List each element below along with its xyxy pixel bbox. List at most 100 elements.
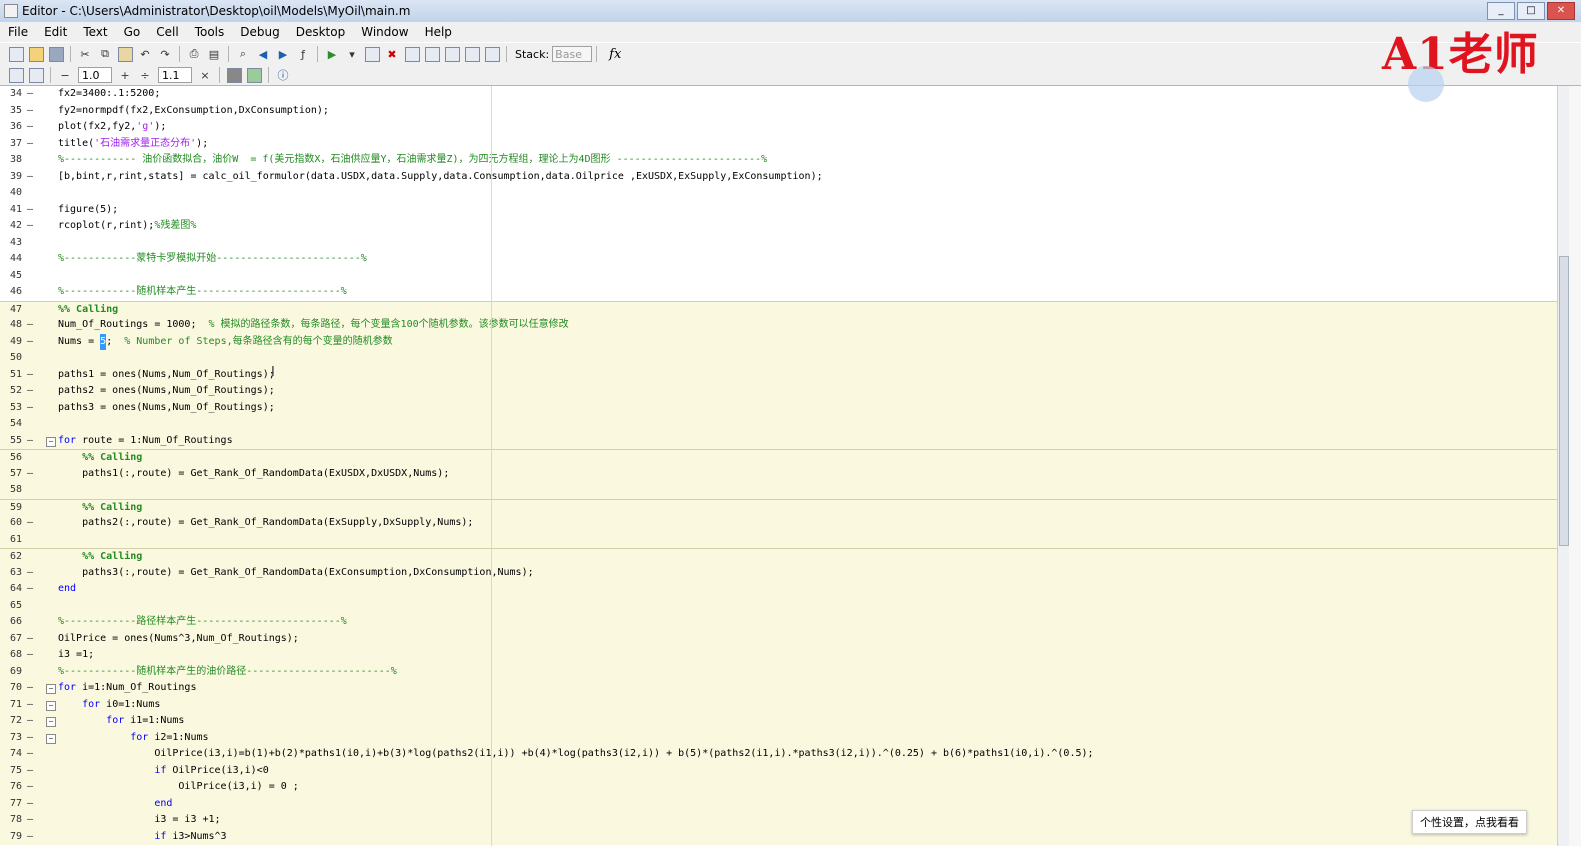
code-line[interactable]: 71– − for i0=1:Nums	[0, 696, 1557, 714]
code-text[interactable]: for i1=1:Nums	[58, 713, 184, 730]
open-folder-icon[interactable]	[28, 46, 44, 62]
code-line[interactable]: 68– i3 =1;	[0, 647, 1557, 664]
code-line[interactable]: 69 %------------随机样本产生的油价路径--------------…	[0, 663, 1557, 681]
breakpoint-marker[interactable]: –	[27, 169, 33, 186]
run-dropdown-icon[interactable]: ▾	[344, 46, 360, 62]
cell-grid-icon[interactable]	[246, 67, 262, 83]
clear-breakpoints-icon[interactable]: ✖	[384, 46, 400, 62]
step-icon[interactable]	[404, 46, 420, 62]
code-line[interactable]: 64– end	[0, 581, 1557, 598]
code-text[interactable]: end	[58, 581, 76, 598]
breakpoint-marker[interactable]: –	[27, 103, 33, 120]
code-text[interactable]: paths3 = ones(Nums,Num_Of_Routings);	[58, 400, 275, 417]
code-line[interactable]: 34– fx2=3400:.1:5200;	[0, 86, 1557, 103]
code-line[interactable]: 47 %% Calling	[0, 300, 1557, 319]
breakpoint-marker[interactable]: –	[27, 581, 33, 598]
code-line[interactable]: 35– fy2=normpdf(fx2,ExConsumption,DxConsu…	[0, 103, 1557, 120]
code-line[interactable]: 58	[0, 482, 1557, 499]
function-browser-icon[interactable]: ƒ	[295, 46, 311, 62]
forward-arrow-icon[interactable]: ▶	[275, 46, 291, 62]
code-text[interactable]: %------------随机样本产生---------------------…	[58, 284, 347, 301]
code-text[interactable]: OilPrice(i3,i)=b(1)+b(2)*paths1(i0,i)+b(…	[58, 746, 1093, 763]
code-line[interactable]: 37– title('石油需求量正态分布');	[0, 136, 1557, 153]
code-line[interactable]: 76– OilPrice(i3,i) = 0 ;	[0, 779, 1557, 796]
print-icon[interactable]: ⎙	[186, 46, 202, 62]
code-text[interactable]: paths2 = ones(Nums,Num_Of_Routings);	[58, 383, 275, 400]
divide-value-field[interactable]: 1.1	[158, 67, 192, 83]
fold-toggle-icon[interactable]: −	[46, 717, 56, 727]
code-text[interactable]: %------------路径样本产生---------------------…	[58, 614, 347, 631]
menu-go[interactable]: Go	[116, 25, 149, 39]
menu-tools[interactable]: Tools	[187, 25, 233, 39]
function-hint-icon[interactable]: fx	[609, 47, 621, 62]
code-text[interactable]: OilPrice(i3,i) = 0 ;	[58, 779, 298, 796]
breakpoint-marker[interactable]: –	[27, 466, 33, 483]
code-text[interactable]: %------------随机样本产生的油价路径----------------…	[58, 664, 397, 681]
undo-icon[interactable]: ↶	[137, 46, 153, 62]
help-info-icon[interactable]: ⓘ	[275, 67, 291, 83]
show-cell-titles-icon[interactable]	[226, 67, 242, 83]
copy-icon[interactable]: ⧉	[97, 46, 113, 62]
breakpoint-marker[interactable]: –	[27, 763, 33, 780]
divide-button[interactable]: ÷	[137, 67, 153, 83]
breakpoint-marker[interactable]: –	[27, 647, 33, 664]
increment-button[interactable]: +	[117, 67, 133, 83]
breakpoint-marker[interactable]: –	[27, 86, 33, 103]
breakpoint-marker[interactable]: –	[27, 334, 33, 351]
back-arrow-icon[interactable]: ◀	[255, 46, 271, 62]
code-text[interactable]: figure(5);	[58, 202, 118, 219]
code-line[interactable]: 77– end	[0, 795, 1557, 813]
breakpoint-marker[interactable]: –	[27, 697, 33, 714]
exit-debug-icon[interactable]	[484, 46, 500, 62]
code-line[interactable]: 59 %% Calling	[0, 498, 1557, 515]
evaluate-cell-icon[interactable]	[28, 67, 44, 83]
code-line[interactable]: 79– if i3>Nums^3	[0, 828, 1557, 845]
breakpoint-marker[interactable]: –	[27, 367, 33, 384]
code-line[interactable]: 42– rcoplot(r,rint);%残差图%	[0, 218, 1557, 235]
breakpoint-marker[interactable]: –	[27, 779, 33, 796]
code-line[interactable]: 49– Nums = 5; % Number of Steps,每条路径含有的每个…	[0, 333, 1557, 351]
new-file-icon[interactable]	[8, 46, 24, 62]
floating-ball-icon[interactable]	[1408, 66, 1444, 102]
code-line[interactable]: 61	[0, 531, 1557, 548]
code-line[interactable]: 44 %------------蒙特卡罗模拟开始-----------------…	[0, 251, 1557, 268]
save-icon[interactable]	[48, 46, 64, 62]
publish-icon[interactable]: ▤	[206, 46, 222, 62]
redo-icon[interactable]: ↷	[157, 46, 173, 62]
code-text[interactable]: %% Calling	[58, 302, 118, 319]
code-text[interactable]: %% Calling	[58, 450, 142, 467]
continue-icon[interactable]	[464, 46, 480, 62]
breakpoint-marker[interactable]: –	[27, 730, 33, 747]
code-line[interactable]: 73– − for i2=1:Nums	[0, 729, 1557, 747]
code-line[interactable]: 55– − for route = 1:Num_Of_Routings	[0, 432, 1557, 449]
breakpoint-marker[interactable]: –	[27, 796, 33, 813]
breakpoint-marker[interactable]: –	[27, 713, 33, 730]
breakpoint-marker[interactable]: –	[27, 202, 33, 219]
breakpoint-marker[interactable]: –	[27, 317, 33, 334]
code-text[interactable]: rcoplot(r,rint);%残差图%	[58, 218, 196, 235]
code-line[interactable]: 43	[0, 235, 1557, 252]
code-editor[interactable]: 34– fx2=3400:.1:5200; 35– fy2=normpdf(fx2,E…	[0, 86, 1557, 846]
code-line[interactable]: 74– OilPrice(i3,i)=b(1)+b(2)*paths1(i0,i…	[0, 746, 1557, 763]
breakpoint-marker[interactable]: –	[27, 383, 33, 400]
code-text[interactable]: for i=1:Num_Of_Routings	[58, 680, 196, 697]
code-text[interactable]: OilPrice = ones(Nums^3,Num_Of_Routings);	[58, 631, 299, 648]
settings-tooltip[interactable]: 个性设置，点我看看	[1412, 810, 1527, 834]
close-button[interactable]: ✕	[1547, 2, 1575, 20]
menu-window[interactable]: Window	[353, 25, 416, 39]
code-line[interactable]: 48– Num_Of_Routings = 1000; % 模拟的路径条数，每条路…	[0, 317, 1557, 334]
menu-desktop[interactable]: Desktop	[288, 25, 354, 39]
code-line[interactable]: 41– figure(5);	[0, 202, 1557, 219]
step-out-icon[interactable]	[444, 46, 460, 62]
decrement-button[interactable]: −	[57, 67, 73, 83]
code-text[interactable]: paths2(:,route) = Get_Rank_Of_RandomData…	[58, 515, 473, 532]
code-line[interactable]: 51– paths1 = ones(Nums,Num_Of_Routings);	[0, 366, 1557, 384]
code-line[interactable]: 78– i3 = i3 +1;	[0, 812, 1557, 829]
breakpoint-marker[interactable]: –	[27, 218, 33, 235]
breakpoint-marker[interactable]: –	[27, 631, 33, 648]
stack-dropdown[interactable]: Base	[552, 46, 593, 62]
code-text[interactable]: Nums = 5; % Number of Steps,每条路径含有的每个变量的…	[58, 333, 393, 350]
code-line[interactable]: 66 %------------路径样本产生-------------------…	[0, 614, 1557, 631]
code-line[interactable]: 62 %% Calling	[0, 548, 1557, 565]
paste-icon[interactable]	[117, 46, 133, 62]
